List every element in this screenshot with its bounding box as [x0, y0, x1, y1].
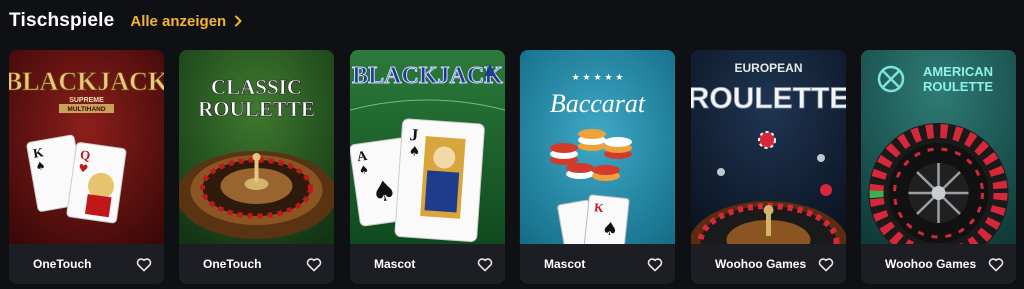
game-card-baccarat[interactable]: ★ ★ ★ ★ ★ Baccarat K ♠ Mascot: [520, 50, 675, 284]
game-provider: OneTouch: [33, 257, 92, 271]
game-logo-line3: MULTIHAND: [67, 106, 105, 113]
game-logo-line1: BLACKJACK: [352, 63, 503, 89]
game-card-footer: Woohoo Games: [861, 244, 1016, 284]
game-card-footer: OneTouch: [179, 244, 334, 284]
heart-outline-icon[interactable]: [647, 257, 663, 272]
svg-text:♠: ♠: [369, 173, 398, 209]
game-thumbnail[interactable]: BLACKJACK SUPREME MULTIHAND K ♠ Q ♥: [9, 50, 164, 244]
game-thumbnail[interactable]: EUROPEAN ROULETTE: [691, 50, 846, 244]
game-thumbnail[interactable]: ★ ★ ★ ★ ★ Baccarat K ♠: [520, 50, 675, 244]
heart-outline-icon[interactable]: [306, 257, 322, 272]
game-card-classic-roulette[interactable]: CLASSIC ROULETTE OneTouch: [179, 50, 334, 284]
game-card-footer: Mascot: [350, 244, 505, 284]
svg-text:♥: ♥: [77, 162, 89, 176]
game-logo-line2: ROULETTE: [198, 97, 315, 121]
game-card-blackjack-supreme[interactable]: BLACKJACK SUPREME MULTIHAND K ♠ Q ♥ OneT…: [9, 50, 164, 284]
game-logo-line1: CLASSIC: [211, 75, 302, 99]
heart-outline-icon[interactable]: [136, 257, 152, 272]
game-thumbnail[interactable]: CLASSIC ROULETTE: [179, 50, 334, 244]
game-provider: OneTouch: [203, 257, 262, 271]
svg-text:♠: ♠: [408, 144, 421, 160]
chevron-right-icon: [235, 15, 242, 27]
game-card-footer: Woohoo Games: [691, 244, 846, 284]
section-header: Tischspiele Alle anzeigen: [9, 8, 242, 34]
game-thumbnail[interactable]: AMERICAN ROULETTE: [861, 50, 1016, 244]
game-logo-line2: ROULETTE: [923, 79, 993, 94]
game-provider: Mascot: [374, 257, 416, 271]
game-logo-line1: BLACKJACK: [9, 67, 164, 96]
game-thumbnail[interactable]: BLACKJACK A ♠ ♠ J ♠: [350, 50, 505, 244]
show-all-label: Alle anzeigen: [130, 12, 227, 30]
show-all-link[interactable]: Alle anzeigen: [130, 13, 242, 30]
game-logo-line2: ROULETTE: [691, 82, 846, 115]
svg-text:♠: ♠: [358, 163, 370, 177]
game-card-footer: OneTouch: [9, 244, 164, 284]
svg-text:♠: ♠: [601, 218, 619, 241]
svg-text:Q: Q: [79, 147, 91, 163]
heart-outline-icon[interactable]: [988, 257, 1004, 272]
game-card-footer: Mascot: [520, 244, 675, 284]
game-provider: Woohoo Games: [715, 257, 807, 271]
game-provider: Woohoo Games: [885, 257, 977, 271]
game-logo-line1: EUROPEAN: [734, 61, 802, 75]
game-card-european-roulette[interactable]: EUROPEAN ROULETTE Woohoo Games: [691, 50, 846, 284]
game-provider: Mascot: [544, 257, 586, 271]
heart-outline-icon[interactable]: [818, 257, 834, 272]
game-logo-line1: Baccarat: [550, 89, 646, 118]
game-logo-line2: SUPREME: [69, 97, 104, 104]
game-logo-line1: AMERICAN: [923, 64, 993, 79]
svg-text:★ ★ ★ ★ ★: ★ ★ ★ ★ ★: [572, 73, 624, 83]
game-card-american-roulette[interactable]: AMERICAN ROULETTE Woohoo Games: [861, 50, 1016, 284]
section-title: Tischspiele: [9, 10, 115, 31]
game-card-blackjack-mascot[interactable]: BLACKJACK A ♠ ♠ J ♠ Mascot: [350, 50, 505, 284]
heart-outline-icon[interactable]: [477, 257, 493, 272]
